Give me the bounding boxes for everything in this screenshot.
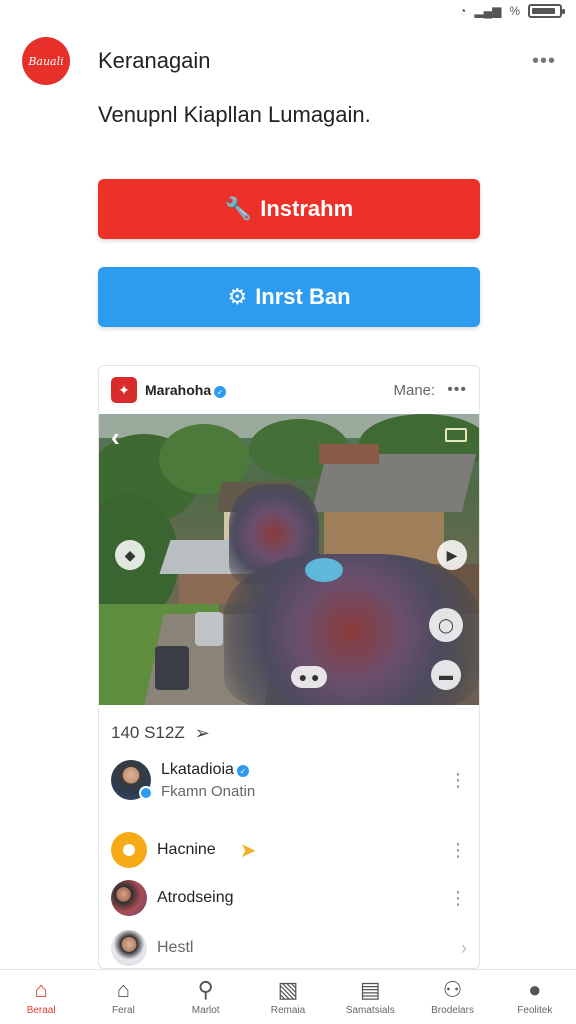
nav-label: Feral [112,1004,135,1016]
post-card: ✦ Marahoha ✓ Mane: ••• ‹ ◆ ▶ ◯ ▬ ● ● 140… [98,365,480,969]
secondary-button-label: Inrst Ban [255,284,351,309]
post-header: ✦ Marahoha ✓ Mane: ••• [99,366,479,414]
chat-bubble-icon[interactable]: ◯ [429,608,463,642]
more-vertical-icon[interactable]: ⋮ [449,888,467,909]
people-icon: ⚇ [442,976,463,1002]
signal-icon: ▂▄▆ [474,4,502,18]
nav-item-messages[interactable]: ▤ Samatsials [329,970,411,1024]
home-icon: ⌂ [34,976,48,1002]
list-item[interactable]: Hacnine ➤ ⋮ [111,832,467,868]
home-outline-icon: ⌂ [116,976,131,1002]
list-item-name: Lkatadioia ✓ [161,761,255,779]
more-vertical-icon[interactable]: ⋮ [449,840,467,861]
list-item-name: Atrodseing [157,889,234,906]
nav-label: Beraal [26,1004,56,1016]
avatar [111,832,147,868]
post-photo[interactable]: ‹ ◆ ▶ ◯ ▬ ● ● [99,414,479,705]
verified-icon: ✓ [214,386,227,399]
photo-roof [319,444,379,464]
battery-icon [528,4,565,18]
logo-text: Bauali [28,54,64,68]
arrow-icon: ➤ [239,839,257,862]
list-item-name-text: Lkatadioia [161,760,234,778]
nav-label: Marlot [191,1004,220,1016]
nav-item-home[interactable]: ⌂ Beraal [0,970,82,1024]
nav-label: Samatsials [345,1004,395,1016]
nav-item-people[interactable]: ⚇ Brodelars [411,970,493,1024]
post-stats: 140 S12Z ➢ [99,705,479,761]
verified-badge-icon [139,786,153,800]
post-action[interactable]: Mane: [393,382,435,399]
image-edit-icon: ▧ [277,976,299,1002]
app-header: Bauali Keranagain ••• [22,36,556,86]
wifi-icon: ◔ [459,4,467,18]
signal-text: % [509,4,520,18]
more-vertical-icon[interactable]: ⋮ [449,770,467,791]
avatar [111,760,153,800]
message-icon: ▤ [359,976,381,1002]
nav-item-profile[interactable]: ● Feolitek [494,970,576,1024]
photo-car [155,646,189,690]
author-avatar[interactable]: ✦ [111,377,137,403]
more-options-icon[interactable]: ••• [532,50,556,73]
settings-icon: ⚙ [227,284,248,309]
avatar [111,930,147,966]
tool-icon: 🔧 [224,196,253,221]
verified-icon: ✓ [236,765,249,777]
video-icon[interactable]: ▬ [431,660,461,690]
list-item[interactable]: Hestl › [111,930,467,966]
list-item[interactable]: Lkatadioia ✓ Fkamn Onatin ⋮ [111,760,467,800]
profile-icon: ● [528,976,542,1002]
send-icon[interactable]: ➢ [195,723,210,744]
nav-label: Feolitek [517,1004,553,1016]
photo-car [195,612,223,646]
list-item-name: Hacnine [157,841,216,858]
nav-item-search[interactable]: ⚲ Marlot [165,970,247,1024]
battery-fill [532,8,555,14]
nav-item-edit[interactable]: ▧ Remaia [247,970,329,1024]
status-bar: ◔ ▂▄▆ % [0,0,576,22]
primary-button-label: Instrahm [260,196,354,221]
list-item[interactable]: Atrodseing ⋮ [111,880,467,916]
bottom-nav: ⌂ Beraal ⌂ Feral ⚲ Marlot ▧ Remaia ▤ Samatsia… [0,969,576,1024]
stats-text: 140 S12Z [111,723,185,742]
primary-button[interactable]: 🔧 Instrahm [98,179,480,239]
nav-label: Brodelars [431,1004,474,1016]
page-subtitle: Venupnl Kiapllan Lumagain. [98,102,371,127]
play-icon[interactable]: ▶ [437,540,467,570]
reaction-icon[interactable]: ● ● [291,666,327,688]
secondary-button[interactable]: ⚙ Inrst Ban [98,267,480,327]
author-name-text: Marahoha [145,381,212,398]
cast-icon[interactable] [445,428,467,442]
list-item-subtitle: Fkamn Onatin [161,782,256,800]
list-item-name: Hestl [157,939,194,956]
back-arrow-icon[interactable]: ‹ [111,422,120,453]
app-title: Keranagain [98,48,211,73]
app-logo: Bauali [22,37,70,85]
nav-item-feed[interactable]: ⌂ Feral [82,970,164,1024]
tag-icon[interactable]: ◆ [115,540,145,570]
search-icon: ⚲ [197,976,214,1002]
chevron-right-icon[interactable]: › [461,938,467,959]
nav-label: Remaia [270,1004,306,1016]
avatar [111,880,147,916]
author-name[interactable]: Marahoha ✓ [145,381,227,399]
post-more-icon[interactable]: ••• [447,381,467,399]
photo-umbrella [305,558,343,582]
